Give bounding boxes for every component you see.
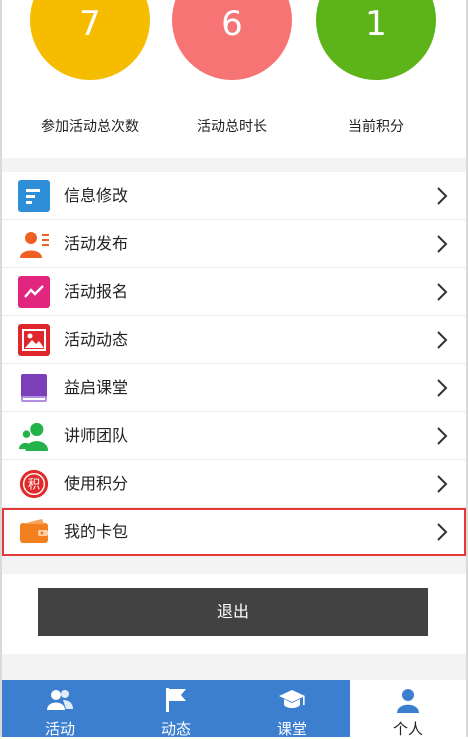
chevron-right-icon	[437, 235, 448, 253]
graduation-cap-icon	[279, 690, 305, 708]
svg-text:积: 积	[28, 478, 40, 492]
person-icon	[397, 689, 419, 713]
menu-item-label: 信息修改	[64, 186, 129, 205]
menu-item-label: 活动动态	[64, 330, 129, 349]
wallet-icon	[18, 516, 50, 548]
chevron-right-icon	[437, 379, 448, 397]
tab-label: 个人	[392, 720, 423, 738]
stat-circle: 6	[172, 0, 292, 80]
tab-activity[interactable]: 活动	[2, 680, 118, 738]
stat-label: 活动总时长	[197, 119, 267, 135]
menu-item-label: 活动报名	[64, 282, 129, 301]
logout-section: 退出	[2, 574, 466, 654]
section-divider	[2, 158, 466, 172]
chevron-right-icon	[437, 283, 448, 301]
tab-profile[interactable]: 个人	[350, 680, 466, 738]
menu-item-classroom[interactable]: 益启课堂	[2, 364, 466, 412]
stats-panel: 7 参加活动总次数 6 活动总时长 1 当前积分	[0, 0, 468, 160]
stat-circle: 1	[316, 0, 436, 80]
info-edit-icon	[18, 180, 50, 212]
book-icon	[18, 372, 50, 404]
tab-label: 活动	[44, 720, 75, 738]
photo-icon	[18, 324, 50, 356]
flag-icon	[166, 688, 186, 712]
people-icon	[47, 690, 73, 710]
menu-item-label: 活动发布	[64, 234, 129, 253]
chevron-right-icon	[437, 523, 448, 541]
section-divider	[2, 556, 466, 574]
chevron-right-icon	[437, 475, 448, 493]
menu-item-points[interactable]: 积 使用积分	[2, 460, 466, 508]
menu-list: 信息修改 活动发布 活动报名 活动动态 益启课堂 讲师团队 积 使用积分 我的卡…	[2, 172, 466, 556]
chevron-right-icon	[437, 187, 448, 205]
menu-item-signup[interactable]: 活动报名	[2, 268, 466, 316]
signup-chart-icon	[18, 276, 50, 308]
section-divider	[2, 654, 466, 680]
menu-item-info-edit[interactable]: 信息修改	[2, 172, 466, 220]
publish-icon	[18, 228, 50, 260]
tab-label: 课堂	[276, 720, 307, 738]
logout-button[interactable]: 退出	[38, 588, 428, 636]
menu-item-news[interactable]: 活动动态	[2, 316, 466, 364]
chevron-right-icon	[437, 331, 448, 349]
menu-item-wallet[interactable]: 我的卡包	[2, 508, 466, 556]
stat-label: 参加活动总次数	[41, 119, 139, 135]
tab-news[interactable]: 动态	[118, 680, 234, 738]
team-icon	[18, 420, 50, 452]
stat-label: 当前积分	[348, 119, 404, 135]
menu-item-team[interactable]: 讲师团队	[2, 412, 466, 460]
bottom-tab-bar: 活动 动态 课堂 个人	[2, 680, 466, 738]
stat-circle: 7	[30, 0, 150, 80]
menu-item-label: 使用积分	[64, 474, 129, 493]
tab-classroom[interactable]: 课堂	[234, 680, 350, 738]
menu-item-label: 讲师团队	[64, 426, 129, 445]
menu-item-publish[interactable]: 活动发布	[2, 220, 466, 268]
chevron-right-icon	[437, 427, 448, 445]
points-icon: 积	[18, 468, 50, 500]
menu-item-label: 益启课堂	[64, 378, 129, 397]
tab-label: 动态	[160, 720, 191, 738]
menu-item-label: 我的卡包	[64, 522, 129, 541]
